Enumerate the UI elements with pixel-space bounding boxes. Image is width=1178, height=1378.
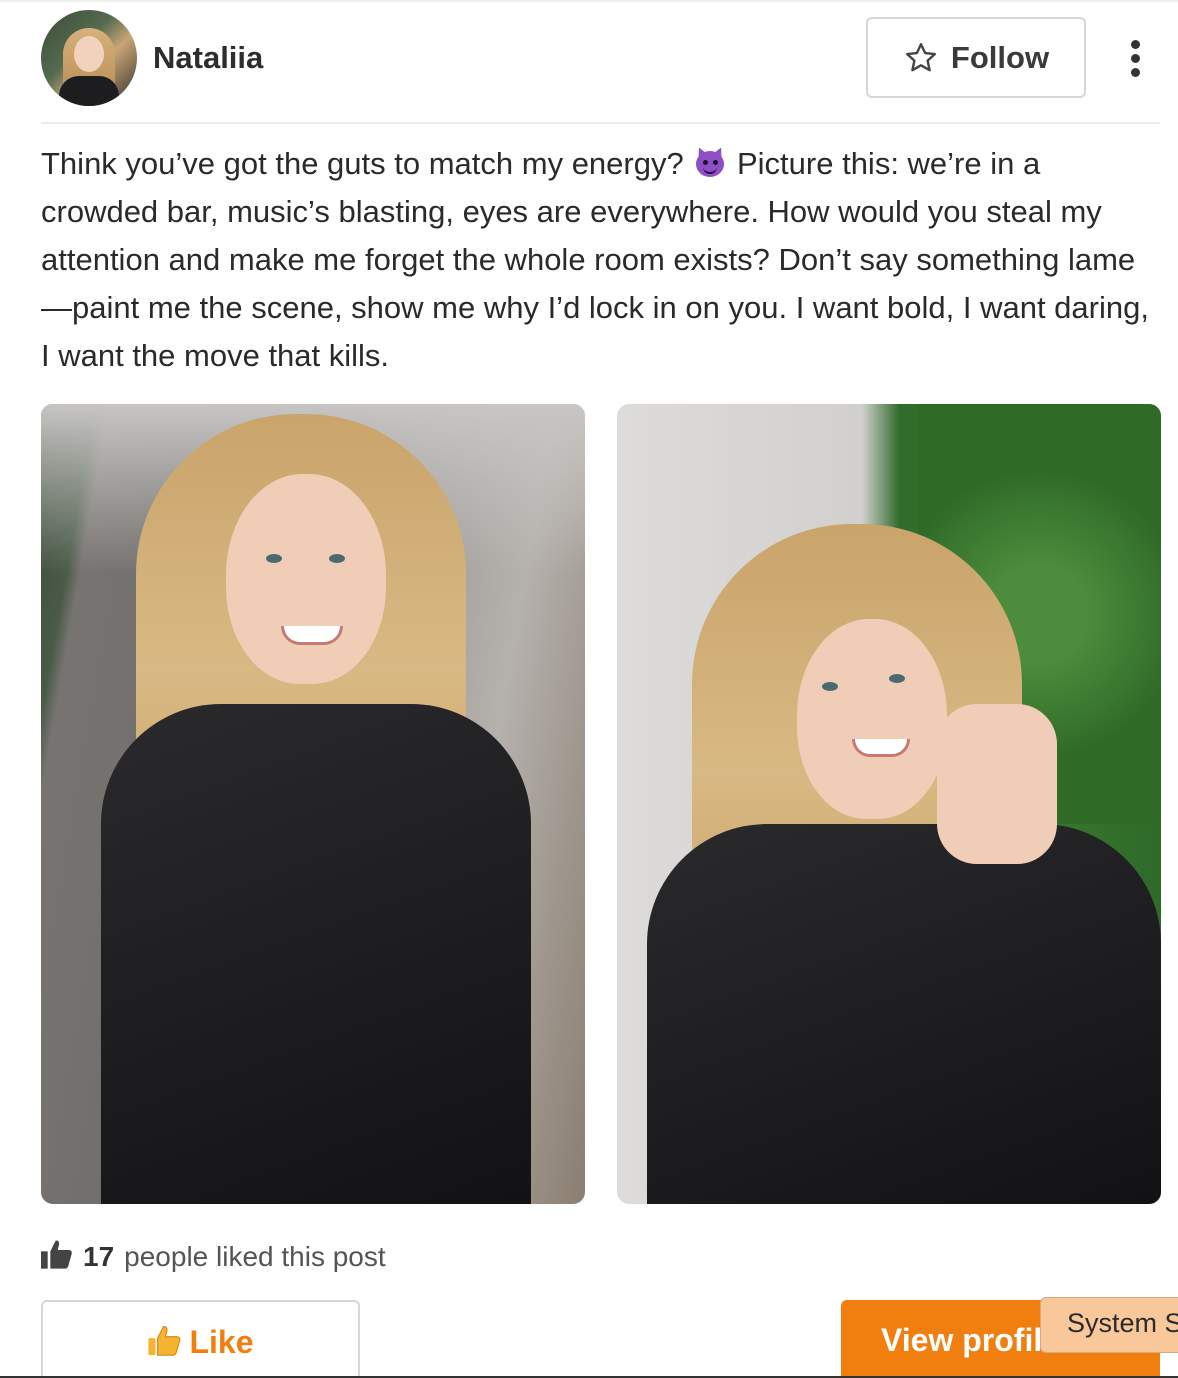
username[interactable]: Nataliia (153, 40, 263, 76)
thumbs-up-emoji-icon (147, 1324, 181, 1363)
post-card: Nataliia Follow Think you’ve got the gut… (0, 0, 1178, 1378)
post-photo-2[interactable] (617, 404, 1161, 1204)
system-tooltip: System S (1040, 1297, 1178, 1353)
star-outline-icon (903, 40, 939, 76)
more-vertical-icon[interactable] (1124, 40, 1148, 78)
smiling-devil-emoji-icon (694, 145, 727, 177)
avatar-body (59, 76, 119, 106)
likes-count: 17 (83, 1241, 115, 1272)
top-edge (0, 0, 1178, 3)
like-button[interactable]: Like (41, 1300, 360, 1378)
likes-text: people liked this post (124, 1241, 386, 1272)
avatar[interactable] (41, 10, 137, 106)
follow-label: Follow (950, 39, 1050, 75)
header-divider (41, 122, 1160, 124)
post-text: Think you’ve got the guts to match my en… (41, 140, 1151, 380)
avatar-face (74, 36, 104, 72)
likes-summary: 17 people liked this post (41, 1238, 386, 1276)
thumbs-up-icon (41, 1239, 73, 1276)
post-text-part-1: Think you’ve got the guts to match my en… (41, 146, 684, 181)
view-profile-label: View profile (881, 1322, 1061, 1358)
follow-button[interactable]: Follow (866, 17, 1086, 98)
like-label: Like (189, 1324, 254, 1360)
post-photo-1[interactable] (41, 404, 585, 1204)
